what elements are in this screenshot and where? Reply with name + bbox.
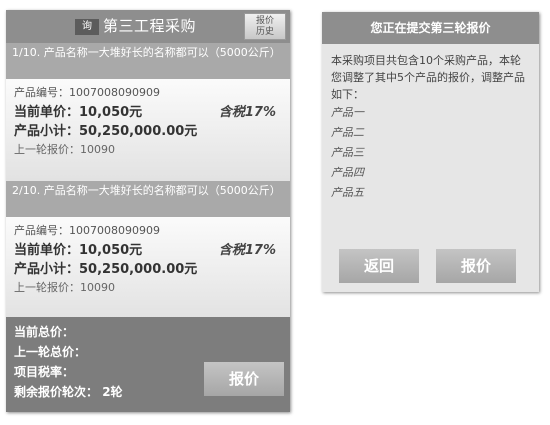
unit-price-row: 当前单价：10,050元 含税17% xyxy=(14,239,282,258)
confirm-dialog: 您正在提交第三轮报价 本采购项目共包含10个采购产品，本轮您调整了其中5个产品的… xyxy=(322,12,539,292)
quote-history-label-2: 历史 xyxy=(255,27,274,37)
top-bar: 询 第三工程采购 报价 历史 xyxy=(6,10,290,43)
unit-price-value: 10,050元 xyxy=(79,243,143,258)
dialog-title: 您正在提交第三轮报价 xyxy=(322,12,539,44)
remaining-rounds-value: 2轮 xyxy=(102,385,123,399)
tax-badge: 含税17% xyxy=(218,105,276,120)
remaining-rounds: 剩余报价轮次： 2轮 xyxy=(14,383,123,401)
previous-total-label: 上一轮总价： xyxy=(14,345,87,359)
subtotal-row: 产品小计：50,250,000.00元 xyxy=(14,120,282,139)
list-item: 产品一 xyxy=(331,106,364,119)
dialog-body: 本采购项目共包含10个采购产品，本轮您调整了其中5个产品的报价，调整产品如下： … xyxy=(322,44,539,211)
unit-price-row: 当前单价：10,050元 含税17% xyxy=(14,101,282,120)
tax-badge: 含税17% xyxy=(218,243,276,258)
quote-history-button[interactable]: 报价 历史 xyxy=(244,13,286,40)
list-item: 产品二 xyxy=(331,126,364,139)
remaining-rounds-label: 剩余报价轮次： xyxy=(14,385,99,399)
list-item: 产品三 xyxy=(331,146,364,159)
product-code: 产品编号：1007008090909 xyxy=(14,86,160,99)
subtotal-label: 产品小计： xyxy=(14,262,80,277)
summary-bar: 当前总价： 上一轮总价： 项目税率： 剩余报价轮次： 2轮 报价 xyxy=(6,317,290,412)
product-card[interactable]: 产品编号：1007008090909 当前单价：10,050元 含税17% 产品… xyxy=(6,217,290,319)
tax-rate-label: 项目税率： xyxy=(14,365,75,379)
subtotal-label: 产品小计： xyxy=(14,124,80,139)
list-item: 产品五 xyxy=(331,186,364,199)
product-code: 产品编号：1007008090909 xyxy=(14,224,160,237)
page-title: 第三工程采购 xyxy=(103,17,197,35)
subtotal-value: 50,250,000.00元 xyxy=(79,124,198,139)
unit-price-value: 10,050元 xyxy=(79,105,143,120)
subtotal-row: 产品小计：50,250,000.00元 xyxy=(14,258,282,277)
quote-history-label-1: 报价 xyxy=(255,16,274,26)
product-header: 2/10. 产品名称一大堆好长的名称都可以（5000公斤） xyxy=(6,181,290,217)
previous-quote: 上一轮报价：10090 xyxy=(14,281,115,294)
quote-panel: 询 第三工程采购 报价 历史 1/10. 产品名称一大堆好长的名称都可以（500… xyxy=(6,10,290,412)
list-item: 产品四 xyxy=(331,166,364,179)
dialog-message: 本采购项目共包含10个采购产品，本轮您调整了其中5个产品的报价，调整产品如下： xyxy=(331,54,525,101)
back-button[interactable]: 询 xyxy=(75,19,99,35)
subtotal-value: 50,250,000.00元 xyxy=(79,262,198,277)
product-card[interactable]: 产品编号：1007008090909 当前单价：10,050元 含税17% 产品… xyxy=(6,79,290,181)
adjusted-product-list: 产品一 产品二 产品三 产品四 产品五 xyxy=(331,103,530,203)
confirm-quote-button[interactable]: 报价 xyxy=(436,249,516,283)
previous-quote: 上一轮报价：10090 xyxy=(14,143,115,156)
total-price-label: 当前总价： xyxy=(14,325,75,339)
unit-price-label: 当前单价： xyxy=(14,105,80,120)
submit-quote-button[interactable]: 报价 xyxy=(204,362,284,396)
product-header: 1/10. 产品名称一大堆好长的名称都可以（5000公斤） xyxy=(6,43,290,79)
back-button[interactable]: 返回 xyxy=(339,249,419,283)
unit-price-label: 当前单价： xyxy=(14,243,80,258)
